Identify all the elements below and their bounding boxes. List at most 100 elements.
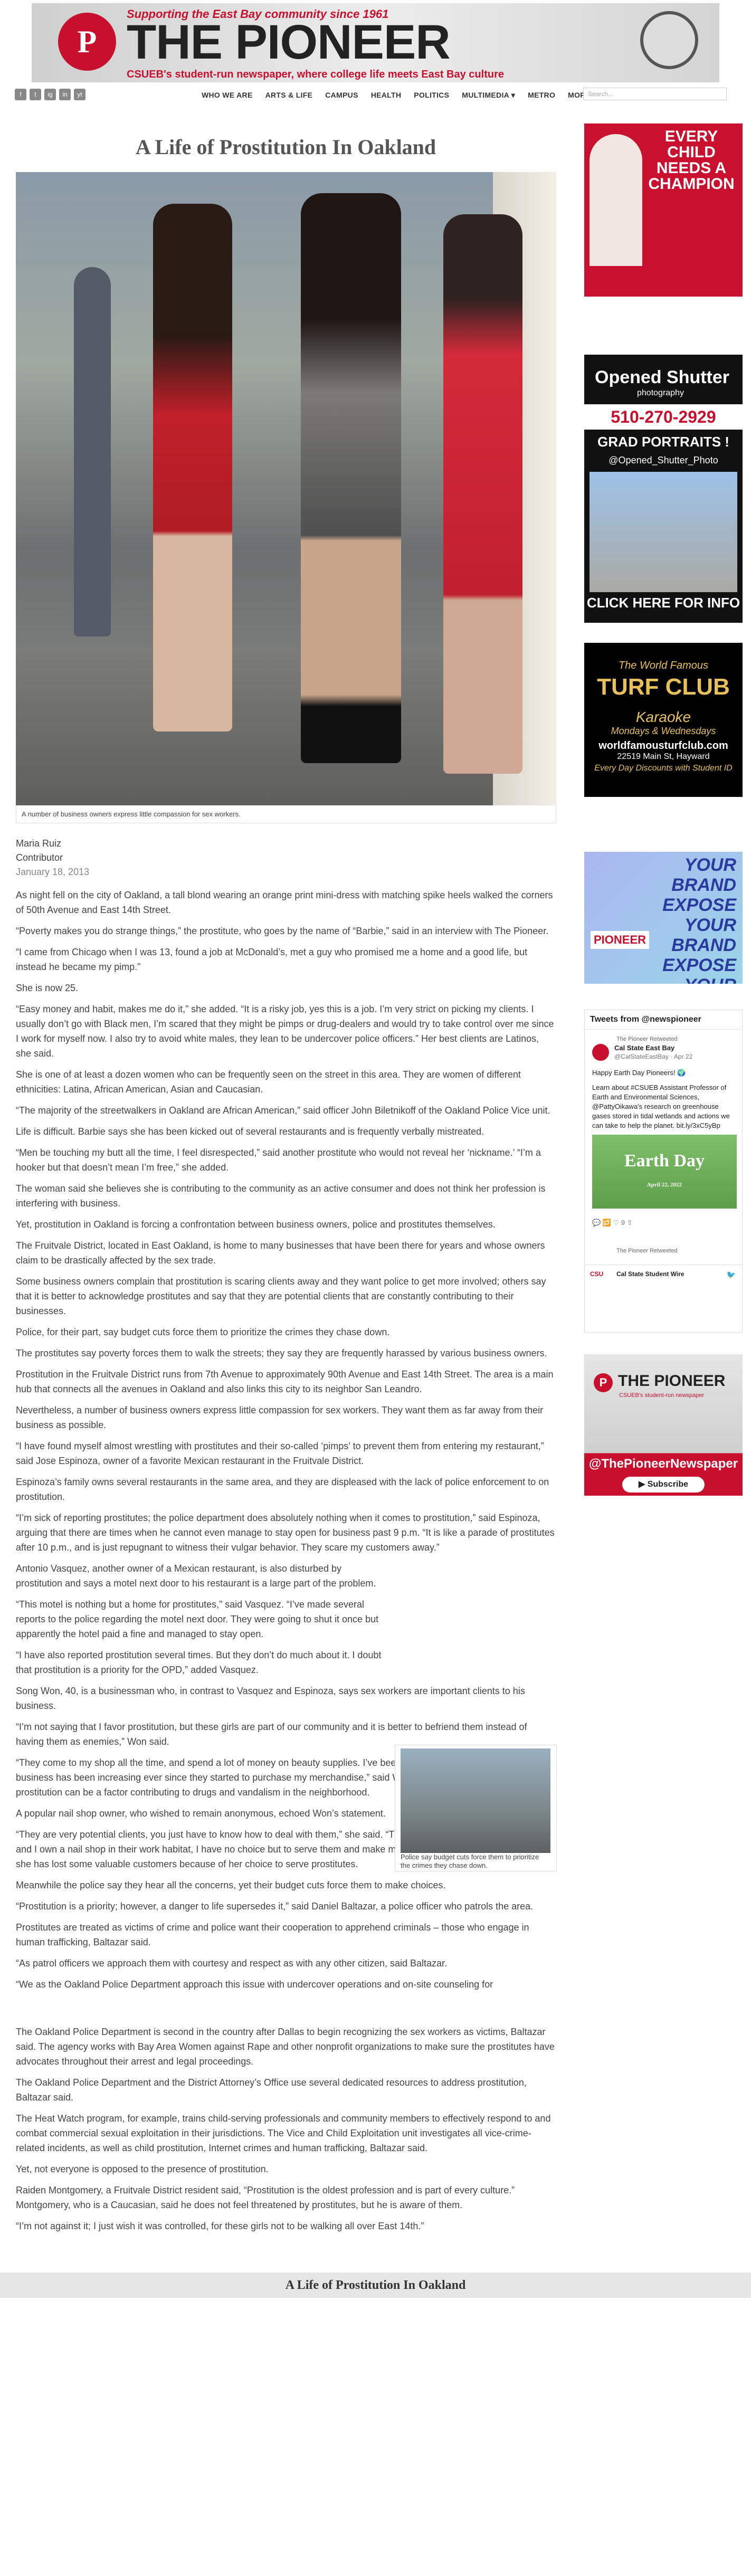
paragraph: “This motel is nothing but a home for pr… xyxy=(16,1599,379,1639)
paragraph: Prostitution in the Fruitvale District r… xyxy=(16,1369,554,1394)
paragraph: Some business owners complain that prost… xyxy=(16,1276,546,1316)
ad-casa-champion[interactable]: EVERY CHILD NEEDS A CHAMPION xyxy=(584,123,743,297)
tweet-author-name[interactable]: Cal State East Bay xyxy=(614,1044,674,1052)
retweet-label-2: The Pioneer Retweeted xyxy=(616,1248,678,1254)
ad-brand: Opened Shutter xyxy=(595,367,730,387)
paragraph: “Men be touching my butt all the time, I… xyxy=(16,1147,541,1173)
masthead-banner[interactable]: P Supporting the East Bay community sinc… xyxy=(32,3,719,82)
tweet-text: Happy Earth Day Pioneers! 🌍 Learn about … xyxy=(592,1068,737,1130)
tweet-card-title: Earth Day xyxy=(624,1151,705,1171)
tweet-actions[interactable]: 💬 🔁 ♡ 9 ⇧ xyxy=(592,1219,633,1227)
pioneer-logo-small: P xyxy=(594,1373,613,1392)
ad-pioneer-sub: CSUEB's student-run newspaper xyxy=(619,1392,705,1399)
hero-figure-woman-pink xyxy=(443,214,522,774)
tweet-line: Learn about #CSUEB Assistant Professor o… xyxy=(592,1083,730,1129)
paragraph: The Fruitvale District, located in East … xyxy=(16,1240,545,1266)
tweet-card-image[interactable]: Earth Day April 22, 2022 xyxy=(592,1135,737,1209)
paragraph: “I’m not against it; I just wish it was … xyxy=(16,2221,424,2231)
sticky-title-bar: A Life of Prostitution In Oakland xyxy=(0,2273,751,2298)
ad-photo xyxy=(590,134,642,266)
retweet-label: The Pioneer Retweeted xyxy=(616,1036,678,1042)
ad-grad-portraits: GRAD PORTRAITS ! xyxy=(597,434,729,450)
paragraph: Raiden Montgomery, a Fruitvale District … xyxy=(16,2185,515,2210)
paragraph: “I have found myself almost wrestling wi… xyxy=(16,1441,544,1466)
paragraph: The woman said she believes she is contr… xyxy=(16,1183,546,1209)
hero-figure-man xyxy=(74,267,111,636)
paragraph: As night fell on the city of Oakland, a … xyxy=(16,890,553,915)
paragraph: “As patrol officers we approach them wit… xyxy=(16,1958,448,1969)
nav-health[interactable]: HEALTH xyxy=(371,91,402,100)
search-input[interactable]: Search... xyxy=(583,88,727,100)
tweet-author-handle[interactable]: @CalStateEastBay · Apr 22 xyxy=(614,1053,692,1060)
paragraph: “I’m sick of reporting prostitutes; the … xyxy=(16,1513,555,1553)
ad-website: worldfamousturfclub.com xyxy=(598,740,728,752)
article-headline: A Life of Prostitution In Oakland xyxy=(135,135,436,159)
ad-pioneer-title: THE PIONEER xyxy=(618,1372,726,1390)
nav-multimedia[interactable]: MULTIMEDIA ▾ xyxy=(462,91,515,100)
twitter-icon[interactable]: t xyxy=(30,89,41,100)
ad-headline: EVERY CHILD NEEDS A CHAMPION xyxy=(648,128,735,193)
ad-opened-shutter[interactable]: Opened Shutter photography 510-270-2929 … xyxy=(584,355,743,623)
nav-politics[interactable]: POLITICS xyxy=(414,91,449,100)
ad-expose-your-brand[interactable]: YOUR BRAND EXPOSE YOUR BRAND EXPOSE YOUR… xyxy=(584,852,743,984)
byline: Maria Ruiz Contributor January 18, 2013 xyxy=(16,837,89,879)
tweet-avatar[interactable] xyxy=(592,1044,609,1061)
paragraph: “The majority of the streetwalkers in Oa… xyxy=(16,1105,550,1116)
paragraph: The Oakland Police Department and the Di… xyxy=(16,2077,527,2103)
ad-expose-text: YOUR BRAND EXPOSE YOUR BRAND EXPOSE YOUR… xyxy=(662,855,736,984)
author-name[interactable]: Maria Ruiz xyxy=(16,837,89,851)
inline-photo: Police say budget cuts force them to pri… xyxy=(395,1745,557,1871)
paragraph: “I have also reported prostitution sever… xyxy=(16,1650,382,1675)
tweet-footer: CSU Cal State Student Wire 🐦 xyxy=(585,1265,742,1284)
nav-metro[interactable]: METRO xyxy=(528,91,555,100)
paragraph: Meanwhile the police say they hear all t… xyxy=(16,1880,446,1890)
instagram-icon[interactable]: ig xyxy=(44,89,56,100)
subscribe-button[interactable]: ▶ Subscribe xyxy=(622,1477,705,1493)
paragraph: “I came from Chicago when I was 13, foun… xyxy=(16,947,528,972)
ad-turf-club[interactable]: The World Famous TURF CLUB Karaoke Monda… xyxy=(584,643,743,797)
ad-handle: @Opened_Shutter_Photo xyxy=(609,455,718,465)
nav-links: WHO WE ARE ARTS & LIFE CAMPUS HEALTH POL… xyxy=(202,91,610,100)
tweet-footer-name[interactable]: Cal State Student Wire xyxy=(616,1270,685,1278)
paragraph: The Oakland Police Department is second … xyxy=(16,2027,555,2067)
paragraph: “Prostitution is a priority; however, a … xyxy=(16,1901,534,1912)
ad-click-here[interactable]: CLICK HERE FOR INFO xyxy=(584,595,743,611)
ad-world-famous: The World Famous xyxy=(618,660,709,671)
ad-instagram-handle: @ThePioneerNewspaper xyxy=(588,1457,738,1471)
nav-arts-life[interactable]: ARTS & LIFE xyxy=(265,91,313,100)
pioneer-logo: P xyxy=(58,13,116,71)
paragraph: Prostitutes are treated as victims of cr… xyxy=(16,1922,529,1947)
facebook-icon[interactable]: f xyxy=(15,89,26,100)
nav-campus[interactable]: CAMPUS xyxy=(325,91,358,100)
twitter-heading[interactable]: Tweets from @newspioneer xyxy=(585,1010,742,1030)
author-role: Contributor xyxy=(16,852,63,863)
paragraph: Life is difficult. Barbie says she has b… xyxy=(16,1126,484,1137)
nav-who-we-are[interactable]: WHO WE ARE xyxy=(202,91,253,100)
paragraph: Yet, prostitution in Oakland is forcing … xyxy=(16,1219,496,1230)
ad-pioneer-label: PIONEER xyxy=(591,931,650,949)
article-body: As night fell on the city of Oakland, a … xyxy=(16,888,557,2240)
hero-caption: A number of business owners express litt… xyxy=(16,805,556,823)
ad-pioneer-youtube[interactable]: P THE PIONEER CSUEB's student-run newspa… xyxy=(584,1354,743,1496)
paragraph: “Easy money and habit, makes me do it,” … xyxy=(16,1004,554,1059)
ad-discount: Every Day Discounts with Student ID xyxy=(594,764,733,773)
paragraph: “We as the Oakland Police Department app… xyxy=(16,1979,493,1990)
ad-grad-photo xyxy=(590,472,737,592)
ad-turf-club-name: TURF CLUB xyxy=(597,674,730,700)
youtube-icon[interactable]: yt xyxy=(74,89,85,100)
twitter-widget: Tweets from @newspioneer The Pioneer Ret… xyxy=(584,1010,743,1333)
linkedin-icon[interactable]: in xyxy=(59,89,71,100)
paragraph: “Poverty makes you do strange things,” t… xyxy=(16,926,549,936)
paragraph: Yet, not everyone is opposed to the pres… xyxy=(16,2164,269,2174)
publish-date: January 18, 2013 xyxy=(16,867,90,877)
twitter-bird-icon[interactable]: 🐦 xyxy=(727,1270,736,1279)
hero-figure-woman-red xyxy=(153,204,232,731)
ad-phone: 510-270-2929 xyxy=(584,404,743,430)
paragraph: She is now 25. xyxy=(16,983,79,993)
paragraph: Police, for their part, say budget cuts … xyxy=(16,1327,390,1337)
inline-photo-caption: Police say budget cuts force them to pri… xyxy=(401,1853,539,1869)
csu-logo: CSU xyxy=(590,1270,604,1278)
ad-karaoke: Karaoke xyxy=(635,709,691,725)
article-hero-image xyxy=(16,172,556,805)
paragraph: Song Won, 40, is a businessman who, in c… xyxy=(16,1686,525,1711)
